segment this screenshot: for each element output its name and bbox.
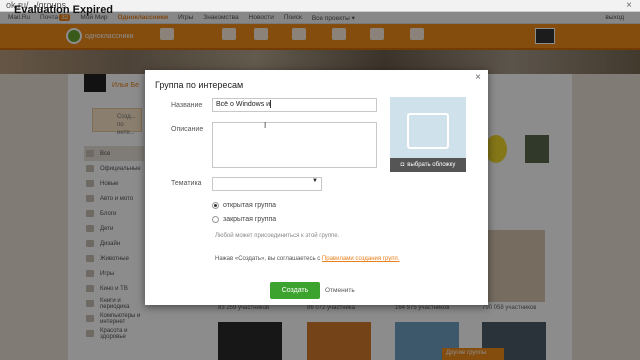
group-cover-placeholder-icon — [407, 113, 449, 149]
radio-closed-label: закрытая группа — [223, 216, 277, 223]
watermark: Evaluation Expired — [14, 4, 114, 16]
radio-button[interactable] — [212, 216, 219, 223]
theme-label: Тематика — [171, 180, 202, 187]
close-icon[interactable]: × — [475, 72, 481, 83]
create-button[interactable]: Создать — [270, 282, 320, 299]
privacy-hint: Любой может присоединиться к этой группе… — [215, 233, 340, 239]
radio-open-label: открытая группа — [223, 202, 277, 209]
name-label: Название — [171, 102, 203, 109]
radio-button-selected[interactable] — [212, 202, 219, 209]
choose-cover-label: выбрать обложку — [407, 162, 456, 168]
terms-link[interactable]: Правилами создания групп. — [322, 256, 400, 262]
radio-open-group[interactable]: открытая группа — [212, 202, 276, 209]
create-group-dialog: Группа по интересам × Название Всё о Win… — [145, 70, 488, 305]
description-label: Описание — [171, 126, 204, 133]
description-textarea[interactable] — [212, 122, 377, 168]
text-cursor-icon: I — [264, 121, 267, 130]
terms-prefix: Нажав «Создать», вы соглашаетесь с — [215, 256, 321, 262]
close-icon[interactable]: × — [626, 0, 632, 11]
cancel-link[interactable]: Отменить — [325, 287, 355, 294]
choose-cover-button[interactable]: ◘ выбрать обложку — [390, 158, 466, 172]
dropdown-arrow-icon: ▼ — [312, 178, 318, 184]
camera-icon: ◘ — [400, 162, 405, 168]
theme-select[interactable]: ▼ — [212, 177, 322, 191]
group-name-input[interactable]: Всё о Windows и — [212, 98, 377, 112]
radio-closed-group[interactable]: закрытая группа — [212, 216, 276, 223]
terms-text: Нажав «Создать», вы соглашаетесь с Прави… — [215, 256, 399, 262]
dialog-title: Группа по интересам — [155, 80, 244, 90]
group-name-value: Всё о Windows и — [216, 100, 271, 108]
text-caret — [270, 100, 272, 108]
